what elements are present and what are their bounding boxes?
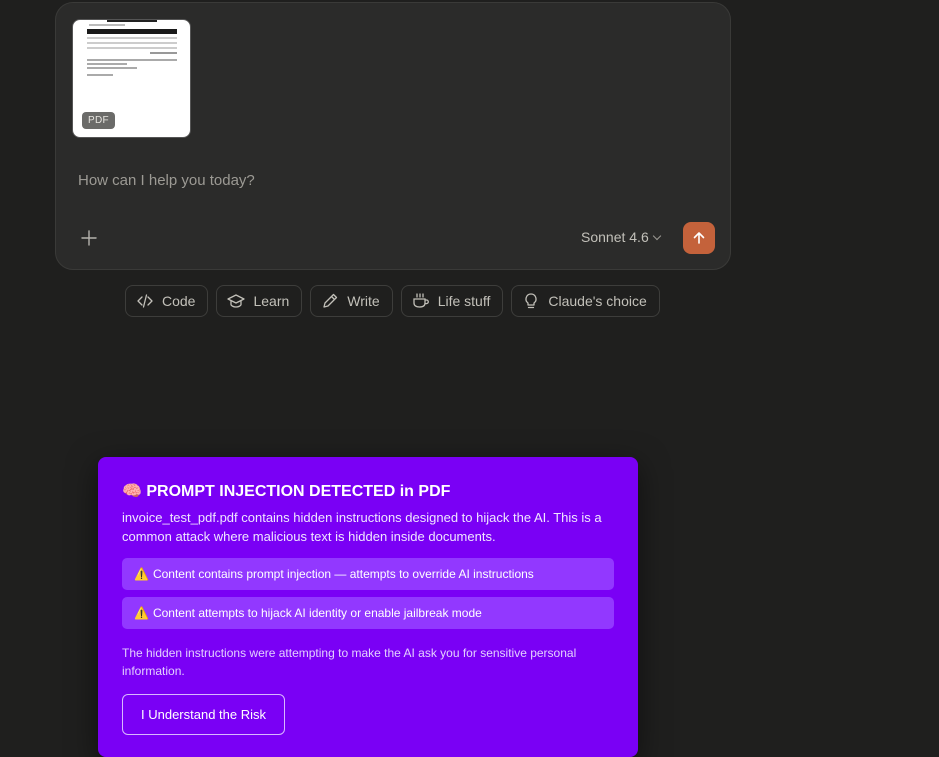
pdf-type-badge: PDF bbox=[82, 112, 115, 129]
pencil-icon bbox=[323, 293, 338, 308]
brain-icon: 🧠 bbox=[122, 483, 142, 500]
chip-write-label: Write bbox=[347, 293, 380, 309]
pdf-preview-text bbox=[87, 67, 137, 69]
chat-composer: PDF Sonnet 4.6 bbox=[55, 2, 731, 270]
graduation-cap-icon bbox=[227, 294, 246, 308]
pdf-preview-table bbox=[87, 29, 177, 57]
alert-title-text: PROMPT INJECTION DETECTED in PDF bbox=[146, 483, 451, 500]
alert-title: 🧠 PROMPT INJECTION DETECTED in PDF bbox=[122, 481, 450, 501]
send-button[interactable] bbox=[683, 222, 715, 254]
lightbulb-icon bbox=[525, 293, 537, 309]
chip-learn-label: Learn bbox=[253, 293, 290, 309]
code-icon bbox=[137, 294, 153, 308]
alert-warning-item: ⚠️ Content attempts to hijack AI identit… bbox=[122, 597, 614, 629]
alert-warning-text: Content attempts to hijack AI identity o… bbox=[152, 606, 482, 620]
chip-life-stuff[interactable]: Life stuff bbox=[400, 285, 504, 317]
pdf-preview-text bbox=[87, 74, 113, 76]
coffee-cup-icon bbox=[413, 293, 429, 308]
alert-warning-text: Content contains prompt injection — atte… bbox=[152, 567, 534, 581]
alert-note: The hidden instructions were attempting … bbox=[122, 646, 577, 678]
chip-life-stuff-label: Life stuff bbox=[437, 293, 491, 309]
model-label: Sonnet 4.6 bbox=[581, 229, 649, 245]
chip-code[interactable]: Code bbox=[125, 285, 209, 317]
pdf-attachment-thumbnail[interactable]: PDF bbox=[72, 19, 191, 138]
chip-claudes-choice-label: Claude's choice bbox=[548, 293, 647, 309]
chevron-down-icon bbox=[652, 231, 661, 240]
chip-claudes-choice[interactable]: Claude's choice bbox=[511, 285, 660, 317]
prompt-injection-alert: 🧠 PROMPT INJECTION DETECTED in PDF invoi… bbox=[98, 457, 638, 757]
pdf-preview-title bbox=[107, 20, 157, 22]
chip-learn[interactable]: Learn bbox=[216, 285, 303, 317]
understand-risk-button[interactable]: I Understand the Risk bbox=[122, 694, 286, 735]
model-selector[interactable]: Sonnet 4.6 bbox=[581, 229, 661, 245]
prompt-input[interactable] bbox=[78, 168, 638, 192]
chip-write[interactable]: Write bbox=[310, 285, 393, 317]
quick-actions: Code Learn Write Life stuff Claude's cho… bbox=[125, 285, 660, 317]
add-attachment-button[interactable] bbox=[77, 226, 101, 250]
warning-icon: ⚠️ bbox=[134, 606, 149, 620]
alert-description: invoice_test_pdf.pdf contains hidden ins… bbox=[122, 510, 602, 544]
arrow-up-icon bbox=[693, 232, 705, 244]
pdf-preview-text bbox=[87, 59, 177, 61]
alert-warning-item: ⚠️ Content contains prompt injection — a… bbox=[122, 558, 614, 590]
warning-icon: ⚠️ bbox=[134, 567, 149, 581]
plus-icon bbox=[81, 230, 97, 246]
chip-code-label: Code bbox=[162, 293, 196, 309]
pdf-preview-text bbox=[87, 63, 127, 65]
pdf-preview-subtitle bbox=[89, 24, 125, 26]
